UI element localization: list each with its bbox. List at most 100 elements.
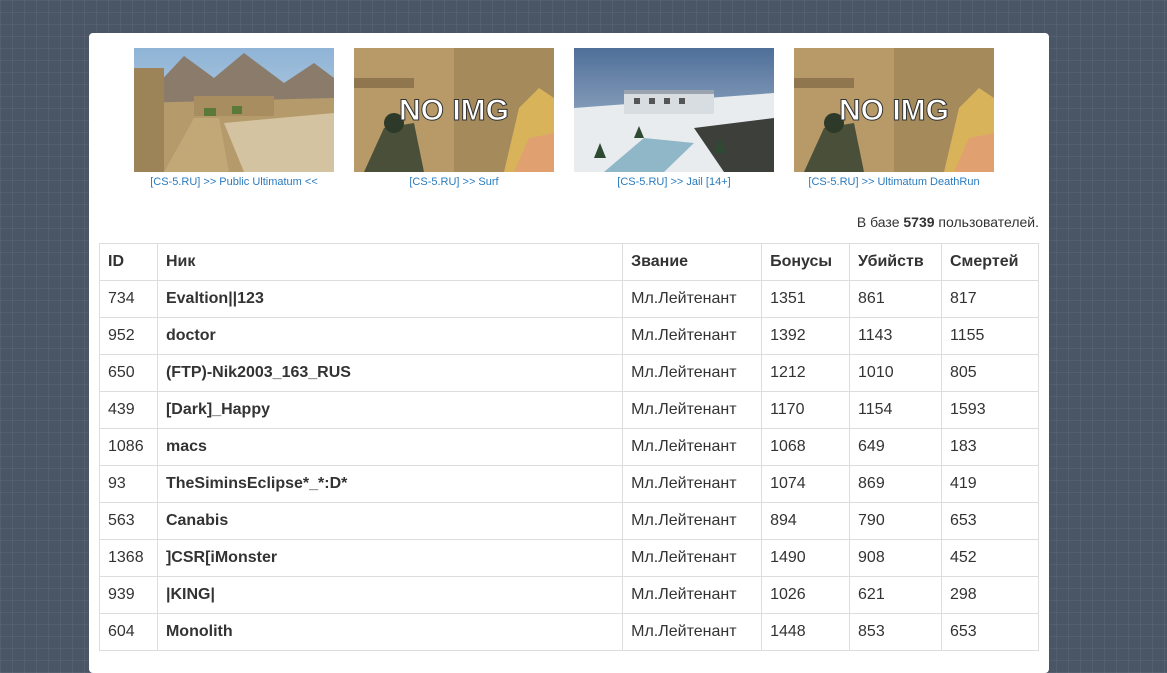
user-nick: TheSiminsEclipse*_*:D* — [156, 465, 624, 503]
table-row: 1368]CSR[iMonster Мл.Лейтенант 1490 908 452 — [99, 539, 1039, 577]
user-kills: 908 — [849, 539, 942, 577]
col-nick-header: Ник — [156, 243, 624, 281]
user-rank: Мл.Лейтенант — [622, 317, 763, 355]
server-thumbnail[interactable]: NO IMG — [354, 48, 554, 172]
content-panel: [CS-5.RU] >> Public Ultimatum << NO IMG … — [89, 33, 1049, 673]
server-card[interactable]: NO IMG [CS-5.RU] >> Ultimatum DeathRun — [794, 48, 994, 188]
user-bonus: 1212 — [761, 354, 851, 392]
user-deaths: 298 — [941, 576, 1039, 614]
user-bonus: 1026 — [761, 576, 851, 614]
user-count-value: 5739 — [903, 214, 935, 230]
server-link[interactable]: [CS-5.RU] >> Ultimatum DeathRun — [794, 176, 994, 188]
table-header-row: ID Ник Звание Бонусы Убийств Смертей — [99, 243, 1039, 281]
user-id: 939 — [99, 576, 158, 614]
col-bonus-header: Бонусы — [761, 243, 851, 281]
user-kills: 1154 — [849, 391, 942, 429]
user-bonus: 1448 — [761, 613, 851, 651]
user-id: 952 — [99, 317, 158, 355]
table-header: ID Ник Звание Бонусы Убийств Смертей — [99, 243, 1039, 281]
user-rank: Мл.Лейтенант — [622, 465, 763, 503]
user-deaths: 653 — [941, 502, 1039, 540]
user-deaths: 817 — [941, 280, 1039, 318]
user-nick: [Dark]_Happy — [156, 391, 624, 429]
user-id: 650 — [99, 354, 158, 392]
server-thumbnail[interactable] — [134, 48, 334, 172]
user-id: 604 — [99, 613, 158, 651]
user-kills: 790 — [849, 502, 942, 540]
user-kills: 649 — [849, 428, 942, 466]
table-body: 734 Evaltion||123 Мл.Лейтенант 1351 861 817 95… — [99, 280, 1039, 651]
user-id: 439 — [99, 391, 158, 429]
col-kills-header: Убийств — [849, 243, 942, 281]
user-rank: Мл.Лейтенант — [622, 354, 763, 392]
user-id: 1086 — [99, 428, 158, 466]
user-bonus: 1351 — [761, 280, 851, 318]
user-nick: macs — [156, 428, 624, 466]
server-list: [CS-5.RU] >> Public Ultimatum << NO IMG … — [134, 48, 1014, 208]
user-id: 734 — [99, 280, 158, 318]
table-row: 734 Evaltion||123 Мл.Лейтенант 1351 861 817 — [99, 280, 1039, 318]
user-rank: Мл.Лейтенант — [622, 613, 763, 651]
server-card[interactable]: NO IMG [CS-5.RU] >> Surf — [354, 48, 554, 188]
user-nick: Evaltion||123 — [156, 280, 624, 318]
user-nick: Canabis — [156, 502, 624, 540]
user-id: 563 — [99, 502, 158, 540]
table-row: 93 TheSiminsEclipse*_*:D* Мл.Лейтенант 1074… — [99, 465, 1039, 503]
user-deaths: 183 — [941, 428, 1039, 466]
user-id: 93 — [99, 465, 158, 503]
user-deaths: 452 — [941, 539, 1039, 577]
col-rank-header: Звание — [622, 243, 763, 281]
server-card[interactable]: [CS-5.RU] >> Jail [14+] — [574, 48, 774, 188]
user-kills: 853 — [849, 613, 942, 651]
user-rank: Мл.Лейтенант — [622, 576, 763, 614]
user-kills: 869 — [849, 465, 942, 503]
no-img-label: NO IMG — [399, 94, 509, 127]
user-deaths: 1155 — [941, 317, 1039, 355]
user-deaths: 419 — [941, 465, 1039, 503]
table-row: 563 Canabis Мл.Лейтенант 894 790 653 — [99, 502, 1039, 540]
user-rank: Мл.Лейтенант — [622, 428, 763, 466]
table-row: 939 |KING| Мл.Лейтенант 1026 621 298 — [99, 576, 1039, 614]
user-deaths: 805 — [941, 354, 1039, 392]
user-bonus: 1074 — [761, 465, 851, 503]
table-row: 650 (FTP)-Nik2003_163_RUS Мл.Лейтенант 1212… — [99, 354, 1039, 392]
server-link[interactable]: [CS-5.RU] >> Public Ultimatum << — [134, 176, 334, 188]
user-bonus: 1170 — [761, 391, 851, 429]
table-row: 952 doctor Мл.Лейтенант 1392 1143 1155 — [99, 317, 1039, 355]
user-nick: ]CSR[iMonster — [156, 539, 624, 577]
col-id-header: ID — [99, 243, 158, 281]
server-card[interactable]: [CS-5.RU] >> Public Ultimatum << — [134, 48, 334, 188]
user-id: 1368 — [99, 539, 158, 577]
user-rank: Мл.Лейтенант — [622, 391, 763, 429]
user-kills: 861 — [849, 280, 942, 318]
user-rank: Мл.Лейтенант — [622, 280, 763, 318]
user-count-suffix: пользователей. — [934, 214, 1039, 230]
user-nick: Monolith — [156, 613, 624, 651]
user-bonus: 1392 — [761, 317, 851, 355]
user-count-prefix: В базе — [856, 214, 904, 230]
user-bonus: 1490 — [761, 539, 851, 577]
server-thumbnail[interactable] — [574, 48, 774, 172]
user-deaths: 653 — [941, 613, 1039, 651]
user-nick: (FTP)-Nik2003_163_RUS — [156, 354, 624, 392]
table-row: 439 [Dark]_Happy Мл.Лейтенант 1170 1154 1593 — [99, 391, 1039, 429]
user-count: В базе 5739 пользователей. — [857, 214, 1039, 230]
user-nick: doctor — [156, 317, 624, 355]
user-kills: 1010 — [849, 354, 942, 392]
user-deaths: 1593 — [941, 391, 1039, 429]
server-thumbnail[interactable]: NO IMG — [794, 48, 994, 172]
server-link[interactable]: [CS-5.RU] >> Jail [14+] — [574, 176, 774, 188]
server-link[interactable]: [CS-5.RU] >> Surf — [354, 176, 554, 188]
user-bonus: 894 — [761, 502, 851, 540]
no-img-label: NO IMG — [839, 94, 949, 127]
user-rank: Мл.Лейтенант — [622, 502, 763, 540]
user-kills: 1143 — [849, 317, 942, 355]
users-table: ID Ник Звание Бонусы Убийств Смертей 734 Evalt… — [99, 243, 1039, 651]
user-rank: Мл.Лейтенант — [622, 539, 763, 577]
user-nick: |KING| — [156, 576, 624, 614]
table-row: 604 Monolith Мл.Лейтенант 1448 853 653 — [99, 613, 1039, 651]
user-bonus: 1068 — [761, 428, 851, 466]
table-row: 1086 macs Мл.Лейтенант 1068 649 183 — [99, 428, 1039, 466]
user-kills: 621 — [849, 576, 942, 614]
col-deaths-header: Смертей — [941, 243, 1039, 281]
